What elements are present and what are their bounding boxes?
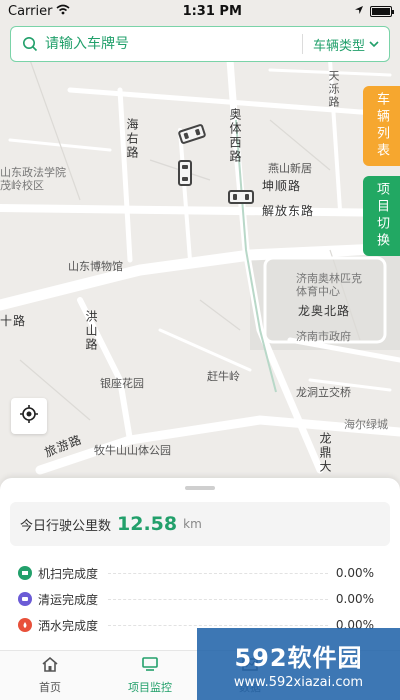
dotted-leader: [108, 598, 328, 600]
map-label-museum: 山东博物馆: [68, 260, 123, 273]
crosshair-icon: [19, 404, 39, 428]
map-label-longding: 龙鼎大: [318, 432, 332, 474]
watermark-url: www.592xiazai.com: [233, 675, 364, 690]
water-drop-icon: [18, 618, 32, 632]
map-label-shizhong: 十路: [0, 314, 27, 328]
mileage-card: 今日行驶公里数 12.58 km: [10, 502, 390, 546]
map-label-zhuoniu: 赶牛岭: [207, 370, 240, 383]
progress-label: 机扫完成度: [38, 566, 99, 581]
map-roads: [0, 0, 400, 490]
map-label-hongshan: 洪山路: [84, 310, 98, 352]
map-label-aobei: 龙奥北路: [298, 304, 351, 318]
chevron-down-icon: [369, 37, 379, 52]
map-label-haier: 海尔绿城: [344, 418, 388, 431]
map-label-silver-garden: 银座花园: [100, 377, 144, 390]
map-label-kunshun: 坤顺路: [262, 179, 302, 193]
tab-label: 项目监控: [128, 681, 172, 694]
clock: 1:31 PM: [182, 3, 242, 19]
battery-icon: [369, 5, 394, 17]
search-bar: 车辆类型: [10, 26, 390, 62]
mileage-unit: km: [183, 517, 202, 531]
map-label-muniushan: 牧牛山山体公园: [94, 444, 171, 457]
carrier-label: Carrier: [8, 3, 53, 19]
search-icon: [15, 36, 45, 52]
watermark: 592软件园 www.592xiazai.com: [197, 628, 400, 700]
panel-drag-handle[interactable]: [185, 486, 215, 490]
vehicle-marker[interactable]: [228, 190, 254, 204]
tab-label: 首页: [39, 681, 61, 694]
map-label-haiyou: 海右路: [125, 118, 139, 160]
map-label-aotixi: 奥体西路: [228, 108, 242, 164]
map-label-yanshan: 燕山新居: [268, 162, 312, 175]
vehicle-list-button[interactable]: 车辆列表: [363, 86, 400, 166]
status-bar: Carrier 1:31 PM: [0, 0, 400, 22]
watermark-brand: 592软件园: [234, 644, 363, 672]
wifi-icon: [56, 4, 70, 19]
vehicle-type-label: 车辆类型: [312, 38, 365, 54]
map-label-college: 山东政法学院茂岭校区: [0, 166, 66, 192]
dotted-leader: [108, 572, 328, 574]
progress-row-transport: 清运完成度 0.00%: [0, 586, 400, 612]
progress-value: 0.00%: [335, 592, 374, 606]
progress-row-sweeping: 机扫完成度 0.00%: [0, 560, 400, 586]
sweeper-icon: [18, 566, 32, 580]
map-label-tianle: 天泺路: [327, 70, 340, 109]
progress-label: 洒水完成度: [38, 618, 99, 633]
plate-search-input[interactable]: [45, 36, 302, 52]
map-label-longdong: 龙洞立交桥: [296, 386, 351, 399]
progress-value: 0.00%: [335, 566, 374, 580]
locate-button[interactable]: [11, 398, 47, 434]
project-switch-button[interactable]: 项目切换: [363, 176, 400, 256]
mileage-label: 今日行驶公里数: [20, 518, 112, 534]
home-icon: [41, 656, 59, 675]
mileage-value: 12.58: [117, 513, 178, 535]
location-arrow-icon: [354, 4, 364, 19]
vehicle-marker[interactable]: [178, 160, 192, 186]
map-view[interactable]: 天泺路 海右路 奥体西路 燕山新居 山东政法学院茂岭校区 坤顺路 解放东路 山东…: [0, 0, 400, 490]
map-label-jiefangdong: 解放东路: [262, 204, 315, 218]
truck-icon: [18, 592, 32, 606]
progress-label: 清运完成度: [38, 592, 99, 607]
progress-list: 机扫完成度 0.00% 清运完成度 0.00% 洒水完成度 0.00%: [0, 560, 400, 638]
map-label-olympic-center: 济南奥林匹克体育中心: [296, 272, 362, 298]
vehicle-type-select[interactable]: 车辆类型: [303, 35, 389, 54]
map-label-city-gov: 济南市政府: [296, 330, 351, 343]
tab-home[interactable]: 首页: [0, 651, 100, 700]
dotted-leader: [108, 624, 328, 626]
monitor-icon: [141, 656, 159, 675]
tab-project-monitor[interactable]: 项目监控: [100, 651, 200, 700]
